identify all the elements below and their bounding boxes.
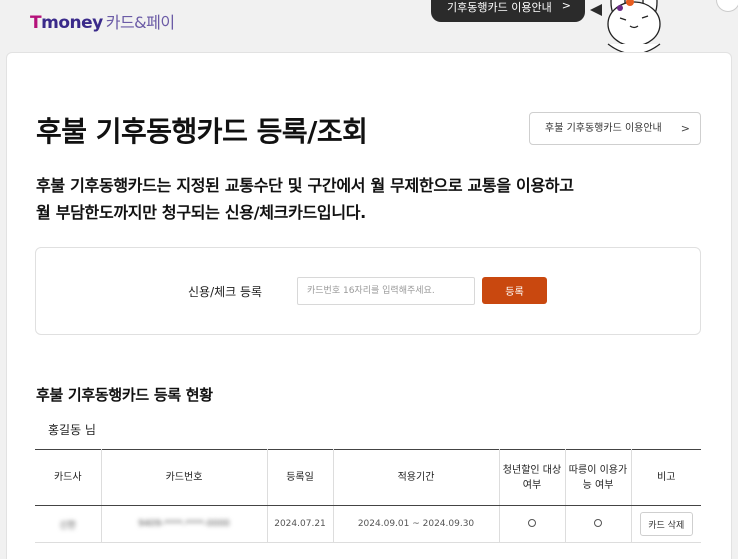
cell-youth-discount — [499, 505, 566, 543]
site-header: Tmoney 카드&페이 기후동행카드 이용안내 > — [0, 0, 738, 54]
table-row: 신한 9409-****-****-0000 2024.07.21 2024.0… — [35, 505, 701, 543]
cell-reg-date: 2024.07.21 — [267, 505, 334, 543]
circle-icon — [528, 518, 536, 527]
cell-period: 2024.09.01 ~ 2024.09.30 — [333, 505, 500, 543]
cell-issuer: 신한 — [35, 505, 102, 543]
registration-status-title: 후불 기후동행카드 등록 현황 — [36, 386, 213, 404]
registration-label: 신용/체크 등록 — [188, 285, 263, 299]
rabbit-mascot-icon — [590, 0, 661, 54]
chevron-right-icon: > — [561, 0, 571, 12]
column-header-note: 비고 — [631, 449, 701, 506]
column-header-ttareungi: 따릉이 이용가능 여부 — [565, 449, 632, 506]
usage-guide-button[interactable]: 후불 기후동행카드 이용안내 > — [529, 112, 701, 145]
card-number-value: 9409-****-****-0000 — [138, 519, 230, 529]
column-header-youth-discount: 청년할인 대상 여부 — [499, 449, 566, 506]
chevron-right-icon: > — [680, 122, 690, 135]
close-button[interactable] — [716, 0, 738, 12]
delete-card-button[interactable]: 카드 삭제 — [639, 512, 693, 536]
page-title: 후불 기후동행카드 등록/조회 — [36, 115, 368, 148]
cell-card-number: 9409-****-****-0000 — [101, 505, 268, 543]
column-header-reg-date: 등록일 — [267, 449, 334, 506]
description-line-2: 월 부담한도까지만 청구되는 신용/체크카드입니다. — [36, 203, 366, 222]
column-header-period: 적용기간 — [333, 449, 500, 506]
card-number-input[interactable] — [297, 277, 475, 305]
column-header-card-number: 카드번호 — [101, 449, 268, 506]
cell-note: 카드 삭제 — [631, 505, 701, 543]
table-header-row: 카드사 카드번호 등록일 적용기간 청년할인 대상 여부 따릉이 이용가능 여부… — [35, 449, 701, 506]
registered-cards-table: 카드사 카드번호 등록일 적용기간 청년할인 대상 여부 따릉이 이용가능 여부… — [35, 449, 701, 543]
description-line-1: 후불 기후동행카드는 지정된 교통수단 및 구간에서 월 무제한으로 교통을 이… — [36, 176, 574, 195]
user-name: 홍길동 님 — [48, 423, 96, 437]
column-header-issuer: 카드사 — [35, 449, 102, 506]
guide-bubble-label: 기후동행카드 이용안내 — [447, 1, 552, 14]
tmoney-logo[interactable]: Tmoney 카드&페이 — [30, 9, 175, 33]
issuer-value: 신한 — [59, 520, 77, 531]
usage-guide-label: 후불 기후동행카드 이용안내 — [545, 123, 662, 134]
cell-ttareungi — [565, 505, 632, 543]
card-description: 후불 기후동행카드는 지정된 교통수단 및 구간에서 월 무제한으로 교통을 이… — [36, 172, 716, 226]
register-button[interactable]: 등록 — [482, 277, 547, 304]
circle-icon — [594, 518, 602, 527]
guide-speech-bubble[interactable]: 기후동행카드 이용안내 > — [431, 0, 585, 22]
